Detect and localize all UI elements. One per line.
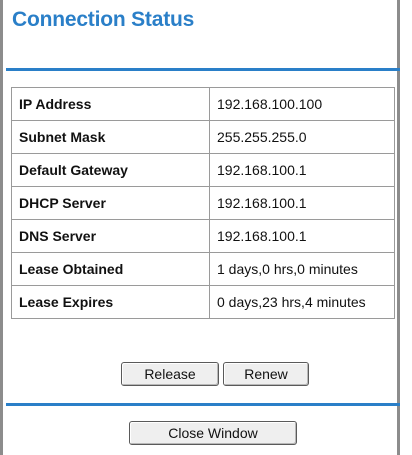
lease-obtained-value: 1 days,0 hrs,0 minutes	[209, 252, 395, 286]
default-gateway-label: Default Gateway	[11, 153, 210, 187]
dhcp-server-value: 192.168.100.1	[209, 186, 395, 220]
table-row-lease-expires: Lease Expires 0 days,23 hrs,4 minutes	[11, 285, 395, 319]
lease-obtained-label: Lease Obtained	[11, 252, 210, 286]
lease-expires-label: Lease Expires	[11, 285, 210, 319]
connection-status-window: Connection Status IP Address 192.168.100…	[0, 0, 400, 455]
lease-expires-value: 0 days,23 hrs,4 minutes	[209, 285, 395, 319]
dns-server-label: DNS Server	[11, 219, 210, 253]
dns-server-value: 192.168.100.1	[209, 219, 395, 253]
title-divider	[6, 68, 400, 71]
table-row-default-gateway: Default Gateway 192.168.100.1	[11, 153, 395, 187]
footer-divider	[6, 403, 400, 406]
subnet-mask-value: 255.255.255.0	[209, 120, 395, 154]
release-button[interactable]: Release	[121, 362, 219, 386]
ip-address-value: 192.168.100.100	[209, 87, 395, 121]
ip-address-label: IP Address	[11, 87, 210, 121]
table-row-dhcp-server: DHCP Server 192.168.100.1	[11, 186, 395, 220]
connection-status-table: IP Address 192.168.100.100 Subnet Mask 2…	[11, 87, 395, 319]
table-row-ip-address: IP Address 192.168.100.100	[11, 87, 395, 121]
table-row-subnet-mask: Subnet Mask 255.255.255.0	[11, 120, 395, 154]
close-window-button[interactable]: Close Window	[129, 421, 297, 445]
subnet-mask-label: Subnet Mask	[11, 120, 210, 154]
page-title: Connection Status	[12, 8, 195, 31]
table-row-lease-obtained: Lease Obtained 1 days,0 hrs,0 minutes	[11, 252, 395, 286]
renew-button[interactable]: Renew	[223, 362, 309, 386]
default-gateway-value: 192.168.100.1	[209, 153, 395, 187]
table-row-dns-server: DNS Server 192.168.100.1	[11, 219, 395, 253]
dhcp-server-label: DHCP Server	[11, 186, 210, 220]
